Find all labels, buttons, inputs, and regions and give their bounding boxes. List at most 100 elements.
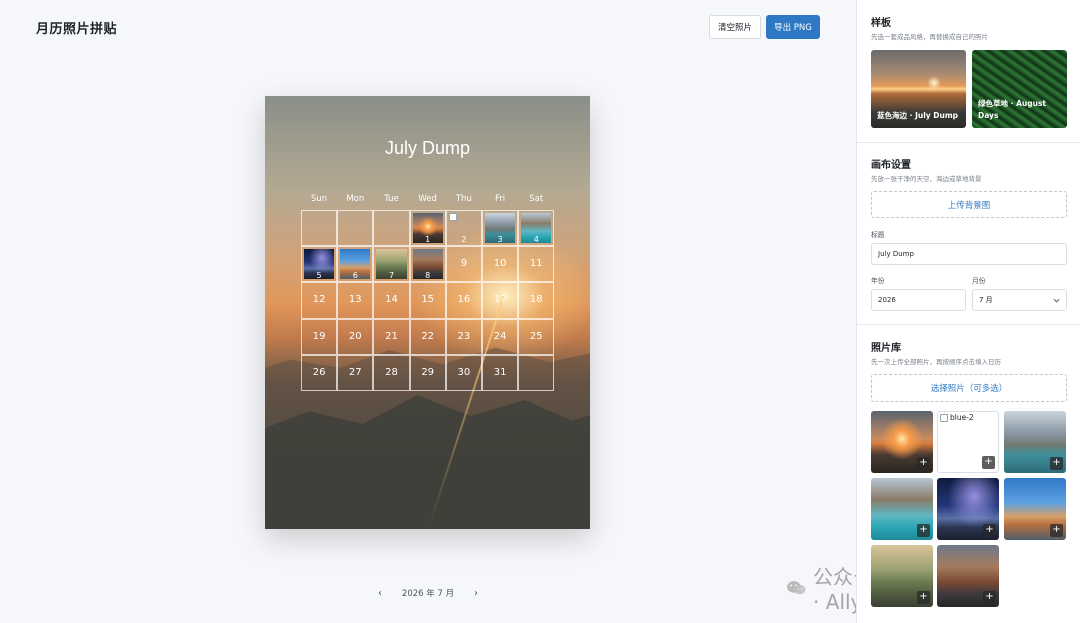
- clear-photos-button[interactable]: 清空照片: [709, 15, 761, 39]
- weekday-label: Mon: [346, 194, 365, 204]
- photo-library-desc: 先一次上传全部照片，再按顺序点击填入日历: [871, 358, 1001, 366]
- day-cell[interactable]: 1: [409, 210, 446, 247]
- select-photos-button[interactable]: 选择照片（可多选）: [871, 374, 1067, 402]
- day-cell[interactable]: 2: [445, 210, 482, 247]
- day-cell[interactable]: 14: [373, 282, 410, 319]
- day-number: 15: [421, 294, 435, 306]
- weekday-label: Tue: [384, 194, 399, 204]
- day-number: 11: [529, 258, 543, 270]
- day-number: 4: [533, 235, 539, 245]
- add-photo-icon[interactable]: +: [917, 591, 930, 604]
- year-field-label: 年份: [871, 277, 885, 285]
- day-cell[interactable]: 5: [301, 246, 338, 283]
- add-photo-icon[interactable]: +: [1050, 457, 1063, 470]
- add-photo-icon[interactable]: +: [983, 591, 996, 604]
- day-number: 21: [385, 330, 398, 342]
- day-cell[interactable]: 12: [301, 282, 338, 319]
- day-number: 6: [352, 271, 358, 281]
- day-cell[interactable]: 11: [518, 246, 555, 283]
- day-cell[interactable]: 16: [445, 282, 482, 319]
- calendar-grid: Sun Mon Tue Wed Thu Fri Sat 1 2 3 4 5 6 7 8 9 10 11 12 13 1…: [301, 194, 555, 391]
- month-field-label: 月份: [972, 277, 986, 285]
- library-photo[interactable]: +: [871, 545, 933, 607]
- weekday-label: Fri: [494, 194, 506, 204]
- weekday-label: Wed: [418, 194, 437, 204]
- template-blue-beach[interactable]: 蓝色海边 · July Dump: [871, 50, 966, 128]
- day-cell[interactable]: 21: [373, 318, 410, 355]
- day-cell[interactable]: 20: [337, 318, 374, 355]
- day-number: 26: [312, 366, 326, 378]
- upload-background-button[interactable]: 上传背景图: [871, 191, 1067, 218]
- day-number: 10: [493, 258, 507, 270]
- library-photo[interactable]: +: [1004, 478, 1066, 540]
- day-number: 30: [457, 366, 471, 378]
- wechat-icon: [787, 580, 806, 594]
- month-select[interactable]: 7 月: [972, 289, 1067, 311]
- day-cell[interactable]: 9: [445, 246, 482, 283]
- day-cell[interactable]: 8: [409, 246, 446, 283]
- day-cell[interactable]: 3: [482, 210, 519, 247]
- add-photo-icon[interactable]: +: [1050, 524, 1063, 537]
- day-number: 8: [425, 271, 431, 281]
- day-cell[interactable]: 7: [373, 246, 410, 283]
- divider: [857, 324, 1080, 325]
- day-cell[interactable]: 28: [373, 354, 410, 391]
- empty-cell: [301, 210, 338, 247]
- day-cell[interactable]: 10: [482, 246, 519, 283]
- title-input[interactable]: July Dump: [871, 243, 1067, 265]
- library-photo[interactable]: +: [871, 478, 933, 540]
- next-month-button[interactable]: ›: [474, 588, 478, 599]
- day-cell[interactable]: 17: [482, 282, 519, 319]
- day-number: 17: [493, 294, 507, 306]
- day-number: 14: [385, 294, 398, 306]
- day-cell[interactable]: 13: [337, 282, 374, 319]
- day-number: 7: [388, 271, 395, 281]
- canvas-settings-desc: 先放一张干净的天空、海边或草地背景: [871, 175, 982, 183]
- empty-cell: [373, 210, 410, 247]
- library-photo[interactable]: +: [937, 478, 999, 540]
- day-cell[interactable]: 23: [445, 318, 482, 355]
- day-number: 18: [529, 294, 543, 306]
- add-photo-icon[interactable]: +: [917, 457, 930, 470]
- day-cell[interactable]: 30: [445, 354, 482, 391]
- template-label: 蓝色海边 · July Dump: [877, 111, 959, 120]
- day-number: 9: [460, 258, 468, 270]
- current-month-label: 2026 年 7 月: [401, 589, 455, 599]
- weekday-header: Sun Mon Tue Wed Thu Fri Sat: [301, 194, 555, 208]
- day-cell[interactable]: 22: [409, 318, 446, 355]
- day-number: 19: [312, 330, 326, 342]
- divider: [857, 142, 1080, 143]
- empty-cell: [518, 354, 555, 391]
- day-cell[interactable]: 31: [482, 354, 519, 391]
- day-cell[interactable]: 18: [518, 282, 555, 319]
- day-cell[interactable]: 26: [301, 354, 338, 391]
- day-number: 20: [348, 330, 362, 342]
- day-number: 31: [493, 366, 507, 378]
- day-cell[interactable]: 4: [518, 210, 555, 247]
- day-cell[interactable]: 25: [518, 318, 555, 355]
- year-input[interactable]: 2026: [871, 289, 966, 311]
- day-cell[interactable]: 24: [482, 318, 519, 355]
- day-number: 13: [348, 294, 362, 306]
- poster-title: July Dump: [384, 138, 471, 158]
- sun-graphic: [927, 76, 941, 90]
- prev-month-button[interactable]: ‹: [378, 588, 382, 599]
- add-photo-icon[interactable]: +: [917, 524, 930, 537]
- export-png-button[interactable]: 导出 PNG: [766, 15, 820, 39]
- day-cell[interactable]: 27: [337, 354, 374, 391]
- library-photo[interactable]: +: [1004, 411, 1066, 473]
- add-photo-icon[interactable]: +: [983, 524, 996, 537]
- day-cell[interactable]: 15: [409, 282, 446, 319]
- broken-image-alt: blue-2: [940, 413, 974, 422]
- day-number: 16: [457, 294, 471, 306]
- alt-text: blue-2: [950, 413, 974, 422]
- day-cell[interactable]: 29: [409, 354, 446, 391]
- day-number: 22: [421, 330, 435, 342]
- day-cell[interactable]: 6: [337, 246, 374, 283]
- add-photo-icon[interactable]: +: [982, 456, 995, 469]
- library-photo[interactable]: +: [937, 545, 999, 607]
- template-green-grass[interactable]: 绿色草地 · August Days: [972, 50, 1067, 128]
- library-photo[interactable]: +: [871, 411, 933, 473]
- library-photo[interactable]: blue-2 +: [937, 411, 999, 473]
- day-cell[interactable]: 19: [301, 318, 338, 355]
